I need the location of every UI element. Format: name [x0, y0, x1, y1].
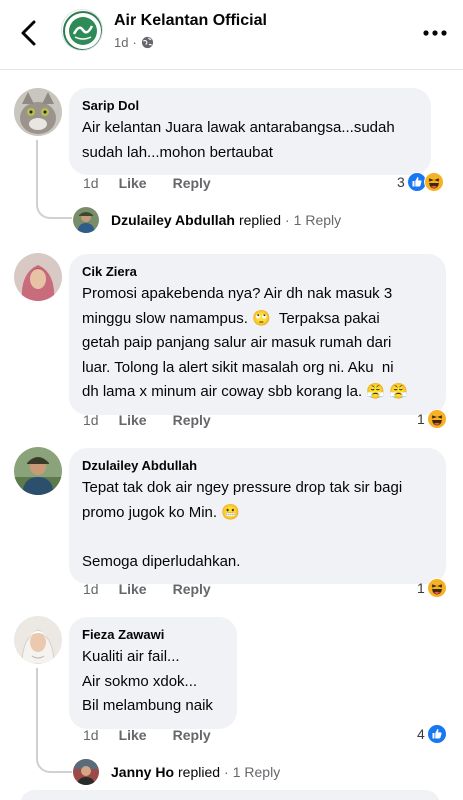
next-comment-bubble — [20, 790, 440, 800]
woman-hijab-avatar-icon — [14, 253, 62, 301]
like-button[interactable]: Like — [119, 175, 147, 191]
avatar[interactable] — [14, 253, 62, 301]
comment-bubble: Sarip Dol Air kelantan Juara lawak antar… — [69, 88, 431, 175]
woman-avatar-icon — [14, 616, 62, 664]
reply-author[interactable]: Janny Ho — [111, 764, 174, 780]
haha-reaction-icon — [426, 409, 447, 429]
reply-button[interactable]: Reply — [173, 727, 211, 743]
reply-separator: · — [284, 212, 290, 228]
comment-time[interactable]: 1d — [83, 581, 99, 597]
comment-time[interactable]: 1d — [83, 727, 99, 743]
globe-icon — [141, 36, 153, 49]
comment-actions: 1d Like Reply — [83, 175, 237, 191]
meta-separator: · — [132, 35, 137, 50]
reaction-count: 1 — [417, 411, 425, 427]
air-kelantan-logo-icon — [63, 11, 102, 50]
haha-reaction-icon — [426, 578, 447, 598]
page-avatar[interactable] — [61, 9, 103, 51]
avatar — [73, 207, 99, 233]
reaction-count: 1 — [417, 580, 425, 596]
like-button[interactable]: Like — [119, 727, 147, 743]
page-title[interactable]: Air Kelantan Official — [114, 12, 267, 30]
comment-text: Air kelantan Juara lawak antarabangsa...… — [82, 119, 395, 161]
comment-time[interactable]: 1d — [83, 412, 99, 428]
comment-actions: 1d Like Reply — [83, 412, 237, 428]
like-button[interactable]: Like — [119, 581, 147, 597]
haha-reaction-icon — [423, 172, 444, 192]
cat-avatar-icon — [14, 88, 62, 136]
reply-author[interactable]: Dzulailey Abdullah — [111, 212, 235, 228]
avatar[interactable] — [14, 88, 62, 136]
like-reaction-icon — [426, 724, 447, 744]
comment-actions: 1d Like Reply — [83, 581, 237, 597]
avatar — [73, 759, 99, 785]
avatar[interactable] — [14, 616, 62, 664]
like-button[interactable]: Like — [119, 412, 147, 428]
reply-verb: replied — [238, 212, 281, 228]
more-horizontal-icon[interactable] — [423, 28, 447, 38]
comment-author[interactable]: Cik Ziera — [82, 263, 433, 280]
reaction-count: 3 — [397, 174, 405, 190]
reaction-summary[interactable]: 1 — [417, 578, 447, 598]
comment-bubble: Dzulailey Abdullah Tepat tak dok air nge… — [69, 448, 446, 584]
comment-actions: 1d Like Reply — [83, 727, 237, 743]
post-meta: 1d · — [114, 35, 154, 50]
reaction-summary[interactable]: 3 — [397, 172, 444, 192]
thread-line — [36, 140, 72, 219]
reply-verb: replied — [178, 764, 221, 780]
man-avatar-icon — [14, 447, 62, 495]
comment-time[interactable]: 1d — [83, 175, 99, 191]
view-replies[interactable]: Dzulailey Abdullah replied · 1 Reply — [73, 207, 341, 233]
post-time[interactable]: 1d — [114, 35, 128, 50]
thread-line — [36, 668, 72, 773]
reply-button[interactable]: Reply — [173, 412, 211, 428]
comment-author[interactable]: Dzulailey Abdullah — [82, 457, 433, 474]
reaction-summary[interactable]: 4 — [417, 724, 447, 744]
reaction-count: 4 — [417, 726, 425, 742]
reply-count[interactable]: 1 Reply — [233, 764, 280, 780]
person-avatar-icon — [73, 759, 99, 785]
reply-button[interactable]: Reply — [173, 581, 211, 597]
comment-bubble: Fieza Zawawi Kualiti air fail... Air sok… — [69, 617, 237, 729]
comment-text: Kualiti air fail... Air sokmo xdok... Bi… — [82, 648, 213, 714]
post-header: Air Kelantan Official 1d · — [0, 0, 463, 70]
view-replies[interactable]: Janny Ho replied · 1 Reply — [73, 759, 280, 785]
comment-text: Promosi apakebenda nya? Air dh nak masuk… — [82, 285, 408, 400]
avatar[interactable] — [14, 447, 62, 495]
comment-author[interactable]: Sarip Dol — [82, 97, 418, 114]
man-avatar-icon — [73, 207, 99, 233]
comment-author[interactable]: Fieza Zawawi — [82, 626, 224, 643]
reaction-summary[interactable]: 1 — [417, 409, 447, 429]
comment-text: Tepat tak dok air ngey pressure drop tak… — [82, 479, 403, 570]
comment-bubble: Cik Ziera Promosi apakebenda nya? Air dh… — [69, 254, 446, 415]
reply-separator: · — [224, 764, 229, 780]
reply-count[interactable]: 1 Reply — [294, 212, 341, 228]
chevron-left-icon[interactable] — [18, 18, 40, 48]
reply-button[interactable]: Reply — [173, 175, 211, 191]
